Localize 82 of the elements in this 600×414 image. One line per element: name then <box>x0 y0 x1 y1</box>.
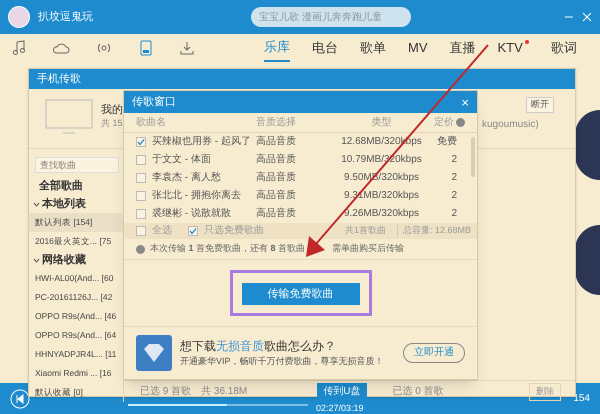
promo-subtitle: 开通豪华VIP，畅听千万付费歌曲，尊享无损音质！ <box>180 355 384 368</box>
list-item[interactable]: OPPO R9s(And... [64 <box>29 326 123 345</box>
promo-title: 想下载无损音质歌曲怎么办？ <box>180 338 337 356</box>
table-cell[interactable]: 高品音质 <box>256 152 334 168</box>
song-title: 张北北 - 拥抱你离去 <box>152 188 241 204</box>
music-note-icon[interactable] <box>12 40 26 56</box>
song-title: 于文文 - 体面 <box>152 152 211 168</box>
list-item[interactable]: 2016最火英文... [75 <box>29 232 123 251</box>
previous-button[interactable] <box>10 388 30 408</box>
nav-tab[interactable]: 歌单 <box>360 34 386 62</box>
account-label: kugoumusic) <box>482 118 539 132</box>
list-item[interactable]: PC-20161126J... [42 <box>29 288 123 307</box>
list-item[interactable]: 默认收藏 [0] <box>29 383 123 402</box>
checkbox[interactable] <box>136 208 146 219</box>
column-header: 定价 <box>434 116 454 130</box>
total-size: 共 36.18M <box>201 384 248 399</box>
song-title: 李袁杰 - 离人愁 <box>152 170 221 186</box>
song-count: 共 15 <box>101 117 123 129</box>
album-cover[interactable] <box>575 225 600 295</box>
dialog-title: 传歌窗口 <box>132 94 176 110</box>
table-cell-text: 2 <box>450 189 458 204</box>
list-item[interactable]: HWI-AL00(And... [60 <box>29 269 123 288</box>
radio-signal-icon[interactable] <box>96 41 112 55</box>
nav-tab[interactable]: KTV <box>498 34 529 62</box>
chevron-icon[interactable] <box>33 200 40 208</box>
table-cell-text: 9.26MB/320kbps <box>342 207 420 222</box>
nav-tab[interactable]: 电台 <box>312 34 338 62</box>
close-button[interactable]: × <box>461 96 469 108</box>
search-field[interactable]: 查找歌曲 <box>35 157 119 173</box>
column-header: 类型 <box>370 116 392 130</box>
username[interactable]: 扒坟逗鬼玩 <box>38 8 93 26</box>
column-header: 音质选择 <box>256 116 297 130</box>
cloud-icon[interactable] <box>52 42 70 54</box>
table-cell[interactable]: 高品音质 <box>256 206 334 222</box>
checkbox[interactable] <box>136 190 146 201</box>
checkbox-label: 只选免费歌曲 <box>204 224 264 238</box>
list-item[interactable]: 默认列表 [154] <box>29 213 123 232</box>
checkbox[interactable] <box>136 136 146 147</box>
list-item[interactable]: OPPO R9s(And... [46 <box>29 307 123 326</box>
checkbox[interactable] <box>136 154 146 165</box>
table-cell[interactable]: 高品音质 <box>256 188 334 204</box>
table-cell-text: 2 <box>450 153 458 168</box>
table-cell-text: 免费 <box>436 134 458 150</box>
table-cell[interactable]: 高品音质 <box>256 170 334 186</box>
dialog-title: 手机传歌 <box>37 72 81 87</box>
download-icon[interactable] <box>180 41 194 55</box>
table-cell-text: 2 <box>450 171 458 186</box>
list-item[interactable]: Xiaomi Redmi ... [16 <box>29 364 123 383</box>
transfer-button[interactable]: 传输免费歌曲 <box>242 283 360 306</box>
table-cell[interactable]: 高品音质 <box>256 134 334 150</box>
table-cell-text: 2 <box>450 207 458 222</box>
checkbox[interactable] <box>136 226 146 236</box>
checkbox[interactable] <box>136 172 146 183</box>
nav-tab[interactable]: MV <box>408 34 428 62</box>
avatar <box>8 6 30 28</box>
total-size: 总容量: 12.68MB <box>396 224 471 238</box>
album-cover[interactable] <box>575 110 600 180</box>
checkbox[interactable] <box>188 226 198 236</box>
song-title: 买辣椒也用券 - 起风了 <box>152 134 251 150</box>
group-header[interactable]: 本地列表 <box>29 195 123 213</box>
device-name: 我的 <box>101 103 123 117</box>
disconnect-button[interactable]: 断开 <box>526 97 554 113</box>
selected-count: 已选 0 首歌 <box>392 384 444 399</box>
checkbox-label: 全选 <box>152 224 172 238</box>
phone-icon[interactable] <box>140 40 152 56</box>
monitor-icon <box>45 99 93 135</box>
column-header: 歌曲名 <box>136 116 167 130</box>
group-header[interactable]: 网络收藏 <box>29 251 123 269</box>
song-title: 裘继彬 - 说散就散 <box>152 206 231 222</box>
list-item[interactable]: 全部歌曲 <box>29 177 123 195</box>
notice-text: 本次传输 1 首免费歌曲，还有 8 首歌曲 <box>150 242 306 256</box>
list-item[interactable]: HHNYADPJR4L... [11 <box>29 345 123 364</box>
selected-count: 已选 9 首歌 <box>140 384 192 399</box>
nav-tab[interactable]: 直播 <box>450 34 476 62</box>
song-count: 共1首歌曲 <box>344 224 386 238</box>
notice-text: 需单曲购买后传输 <box>332 242 404 256</box>
chevron-icon[interactable] <box>33 256 40 264</box>
search-field[interactable]: 宝宝儿歌 漫画儿奔奔跑儿童 <box>251 7 411 27</box>
nav-tab[interactable]: 歌词 <box>550 34 577 62</box>
close-icon[interactable] <box>582 12 592 22</box>
time-label: 02:27/03:19 <box>316 402 364 412</box>
count-label: 154 <box>573 392 590 406</box>
